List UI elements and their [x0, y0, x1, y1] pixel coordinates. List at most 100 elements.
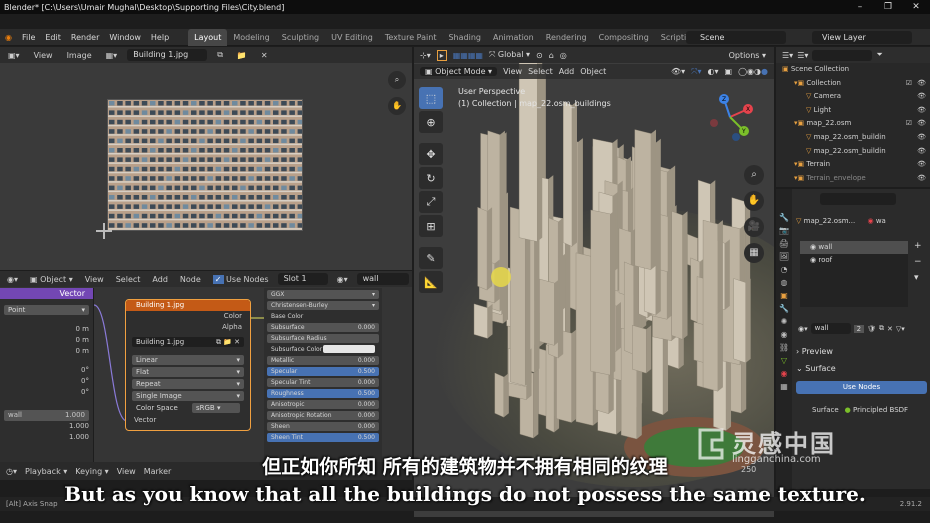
scale-z-row[interactable]: 1.000 [0, 432, 93, 443]
mode-dropdown[interactable]: ▣ Object Mode ▾ [420, 67, 498, 76]
alpha-output-socket[interactable]: Alpha [126, 322, 250, 333]
base-color-socket[interactable]: Base Color [267, 312, 379, 321]
scale-tool-icon[interactable]: ⤢ [419, 191, 443, 213]
image-pin-icon[interactable]: ✕ [257, 51, 272, 60]
outliner-item[interactable]: ▾▣ Terrain 👁 [776, 158, 930, 172]
outliner-editor-icon[interactable]: ☰▾ [782, 51, 793, 60]
principled-bsdf-node[interactable]: GGX ▾ Christensen-Burley ▾ Base Color Subs… [264, 288, 382, 462]
location-x-row[interactable]: 0 m [0, 324, 93, 335]
rotation-y-row[interactable]: 0° [0, 376, 93, 387]
data-tab-icon[interactable]: ▽ [781, 356, 787, 365]
bsdf-input-row[interactable]: Metallic 0.000 [267, 356, 379, 365]
bsdf-input-row[interactable]: Sheen 0.000 [267, 422, 379, 431]
scale-y-row[interactable]: 1.000 [0, 421, 93, 432]
viewport-menu-object[interactable]: Object [580, 67, 606, 76]
slot-dropdown[interactable]: Slot 1 [277, 273, 328, 285]
visibility-eye-icon[interactable]: 👁 [917, 90, 926, 104]
viewport-pan-icon[interactable]: ✋ [744, 191, 764, 211]
bsdf-input-row[interactable]: Anisotropic Rotation 0.000 [267, 411, 379, 420]
outliner-item[interactable]: ▾▣ Collection ☑ 👁 [776, 77, 930, 91]
remove-slot-button[interactable]: − [914, 257, 922, 267]
editor-type-icon[interactable]: ▣▾ [4, 51, 24, 60]
object-tab-icon[interactable]: ▣ [780, 291, 788, 300]
pivot-icon[interactable]: ⊙ [536, 51, 543, 60]
tab-modeling[interactable]: Modeling [227, 29, 275, 46]
visibility-eye-icon[interactable]: 👁 [917, 77, 926, 91]
view-layer-tab-icon[interactable]: 🖼 [779, 252, 789, 261]
cursor-tool-icon[interactable]: ⊕ [419, 111, 443, 133]
close-button[interactable]: ✕ [902, 0, 930, 14]
subsurface-color-swatch[interactable] [322, 345, 375, 353]
ortho-toggle-icon[interactable]: ▦ [744, 243, 764, 263]
unlink-material-icon[interactable]: ✕ [887, 325, 893, 333]
select-mode-icons[interactable]: ▦▦▦▦ [453, 51, 483, 60]
outliner-item[interactable]: ▽ map_22.osm_buildin 👁 [776, 145, 930, 159]
use-nodes-button[interactable]: Use Nodes [796, 381, 927, 394]
select-box-icon[interactable]: ▸ [436, 49, 447, 61]
scene-tab-icon[interactable]: ◔ [781, 265, 788, 274]
exclude-checkbox-icon[interactable]: ☑ [906, 117, 912, 131]
world-tab-icon[interactable]: ◍ [781, 278, 788, 287]
proportional-icon[interactable]: ◎ [560, 51, 567, 60]
shader-node-editor[interactable]: ◉▾ ▣ Object ▾ View Select Add Node ✓ Use… [0, 271, 412, 462]
image-browse-icon[interactable]: ▦▾ [102, 51, 122, 60]
physics-tab-icon[interactable]: ◉ [781, 330, 788, 339]
maximize-button[interactable]: ❐ [874, 0, 902, 14]
distribution-dropdown[interactable]: GGX ▾ [267, 290, 379, 299]
viewport-zoom-icon[interactable]: ⌕ [744, 165, 764, 185]
constraints-tab-icon[interactable]: ⛓ [779, 343, 789, 352]
texture-tab-icon[interactable]: ▦ [780, 382, 788, 391]
projection-dropdown[interactable]: Flat ▾ [132, 367, 244, 377]
link-dropdown-icon[interactable]: ▽▾ [896, 325, 905, 333]
subsurface-method-dropdown[interactable]: Christensen-Burley ▾ [267, 301, 379, 310]
outliner-item[interactable]: ▣ Scene Collection [776, 63, 930, 77]
material-browse-icon[interactable]: ◉▾ [334, 275, 351, 284]
bsdf-input-row[interactable]: Specular Tint 0.000 [267, 378, 379, 387]
particles-tab-icon[interactable]: ✺ [781, 317, 788, 326]
camera-view-icon[interactable]: 🎥 [744, 217, 764, 237]
bsdf-input-row[interactable]: Sheen Tint 0.500 [267, 433, 379, 442]
interpolation-dropdown[interactable]: Linear ▾ [132, 355, 244, 365]
navigation-gizmo[interactable]: X Z Y [700, 87, 760, 147]
node-menu-node[interactable]: Node [177, 275, 204, 284]
outliner-item[interactable]: ▽ Camera 👁 [776, 90, 930, 104]
extension-dropdown[interactable]: Repeat ▾ [132, 379, 244, 389]
outliner-item[interactable]: ▽ map_22.osm_buildin 👁 [776, 131, 930, 145]
node-menu-view[interactable]: View [82, 275, 107, 284]
duplicate-material-icon[interactable]: ⧉ [879, 324, 884, 333]
outliner-filter-icon[interactable]: ⏷ [876, 50, 882, 60]
render-tab-icon[interactable]: 📷 [779, 226, 789, 235]
tab-sculpting[interactable]: Sculpting [276, 29, 325, 46]
tab-uv-editing[interactable]: UV Editing [325, 29, 379, 46]
outliner-search-field[interactable] [812, 49, 873, 61]
bsdf-input-row[interactable]: Specular 0.500 [267, 367, 379, 376]
measure-tool-icon[interactable]: 📐 [419, 271, 443, 293]
add-slot-button[interactable]: + [914, 241, 922, 251]
material-datablock-field[interactable]: wall [810, 323, 851, 334]
material-users-count[interactable]: 2 [853, 324, 865, 333]
tab-animation[interactable]: Animation [487, 29, 540, 46]
color-output-socket[interactable]: Color [126, 311, 250, 322]
mapping-node[interactable]: Vector Point ▾ 0 m 0 m 0 m 0° 0° 0° wall 1… [0, 288, 94, 462]
annotate-tool-icon[interactable]: ✎ [419, 247, 443, 269]
scene-selector[interactable]: Scene [686, 31, 786, 44]
bsdf-input-row[interactable]: Anisotropic 0.000 [267, 400, 379, 409]
image-texture-node[interactable]: Building 1.jpg Color Alpha Building 1.jp… [125, 299, 251, 431]
visibility-eye-icon[interactable]: 👁 [917, 104, 926, 118]
properties-search-field[interactable] [820, 193, 896, 205]
source-dropdown[interactable]: Single Image ▾ [132, 391, 244, 401]
viewport-menu-select[interactable]: Select [528, 67, 553, 76]
vector-input-socket[interactable]: Vector [126, 415, 250, 426]
zoom-icon[interactable]: ⌕ [388, 71, 406, 89]
visibility-eye-icon[interactable]: 👁 [917, 117, 926, 131]
node-editor-type-icon[interactable]: ◉▾ [4, 275, 21, 284]
bsdf-input-row[interactable]: Subsurface Color [267, 345, 379, 354]
tool-tab-icon[interactable]: 🔧 [779, 213, 789, 222]
menu-render[interactable]: Render [66, 29, 104, 46]
visibility-icon[interactable]: 👁▾ [671, 67, 685, 76]
mapping-type-dropdown[interactable]: Point ▾ [4, 305, 89, 315]
2d-cursor-icon[interactable] [96, 223, 112, 239]
viewport-menu-view[interactable]: View [503, 67, 522, 76]
output-tab-icon[interactable]: 🖨 [779, 239, 789, 248]
modifier-tab-icon[interactable]: 🔧 [779, 304, 789, 313]
